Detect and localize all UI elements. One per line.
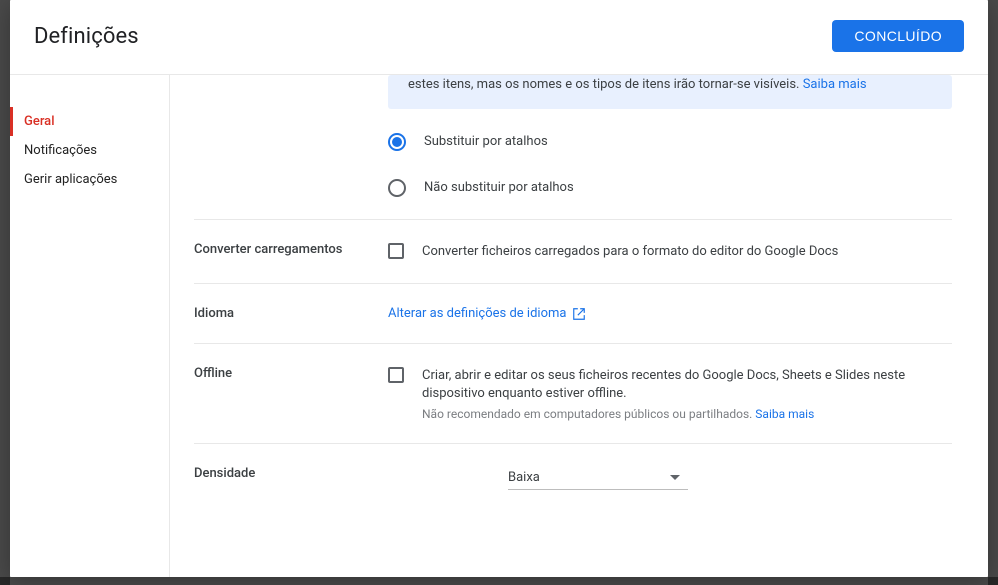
banner-learn-more-link[interactable]: Saiba mais: [803, 77, 867, 92]
offline-checkbox-label: Criar, abrir e editar os seus ficheiros …: [422, 367, 952, 403]
dialog-header: Definições CONCLUÍDO: [10, 0, 988, 75]
radio-replace-row[interactable]: Substituir por atalhos: [388, 133, 952, 151]
convert-checkbox-label: Converter ficheiros carregados para o fo…: [422, 243, 838, 261]
language-link-text: Alterar as definições de idioma: [388, 306, 566, 321]
sidebar-item-notifications[interactable]: Notificações: [10, 136, 169, 165]
radio-replace[interactable]: [388, 133, 406, 151]
language-label: Idioma: [194, 306, 388, 321]
section-offline: Offline Criar, abrir e editar os seus fi…: [194, 344, 952, 444]
density-select[interactable]: Baixa: [508, 466, 688, 490]
shortcuts-info-banner: estes itens, mas os nomes e os tipos de …: [388, 75, 952, 109]
convert-label: Converter carregamentos: [194, 242, 388, 261]
settings-dialog: Definições CONCLUÍDO Geral Notificações …: [10, 0, 988, 577]
done-button[interactable]: CONCLUÍDO: [832, 20, 964, 52]
offline-subtext: Não recomendado em computadores públicos…: [422, 407, 755, 421]
radio-no-replace-label: Não substituir por atalhos: [424, 179, 574, 195]
sidebar-item-manage-apps[interactable]: Gerir aplicações: [10, 165, 169, 194]
density-value: Baixa: [508, 470, 540, 485]
sidebar: Geral Notificações Gerir aplicações: [10, 75, 170, 577]
offline-learn-more-link[interactable]: Saiba mais: [755, 407, 814, 421]
convert-checkbox[interactable]: [388, 243, 404, 259]
section-shortcuts: estes itens, mas os nomes e os tipos de …: [194, 75, 952, 220]
section-language: Idioma Alterar as definições de idioma: [194, 284, 952, 344]
banner-text: estes itens, mas os nomes e os tipos de …: [408, 77, 803, 92]
offline-label: Offline: [194, 366, 388, 421]
radio-replace-label: Substituir por atalhos: [424, 133, 548, 149]
language-settings-link[interactable]: Alterar as definições de idioma: [388, 306, 586, 321]
chevron-down-icon: [670, 475, 680, 480]
offline-checkbox[interactable]: [388, 367, 404, 383]
density-label: Densidade: [194, 466, 388, 490]
section-convert-uploads: Converter carregamentos Converter fichei…: [194, 220, 952, 284]
radio-no-replace-row[interactable]: Não substituir por atalhos: [388, 179, 952, 197]
section-density: Densidade Baixa: [194, 444, 952, 512]
offline-checkbox-row[interactable]: Criar, abrir e editar os seus ficheiros …: [388, 366, 952, 421]
settings-content[interactable]: estes itens, mas os nomes e os tipos de …: [170, 75, 988, 577]
open-external-icon: [572, 307, 586, 321]
convert-checkbox-row[interactable]: Converter ficheiros carregados para o fo…: [388, 242, 952, 261]
radio-no-replace[interactable]: [388, 179, 406, 197]
dialog-title: Definições: [34, 24, 139, 49]
section-shortcuts-label: [194, 75, 388, 197]
sidebar-item-general[interactable]: Geral: [10, 107, 169, 136]
